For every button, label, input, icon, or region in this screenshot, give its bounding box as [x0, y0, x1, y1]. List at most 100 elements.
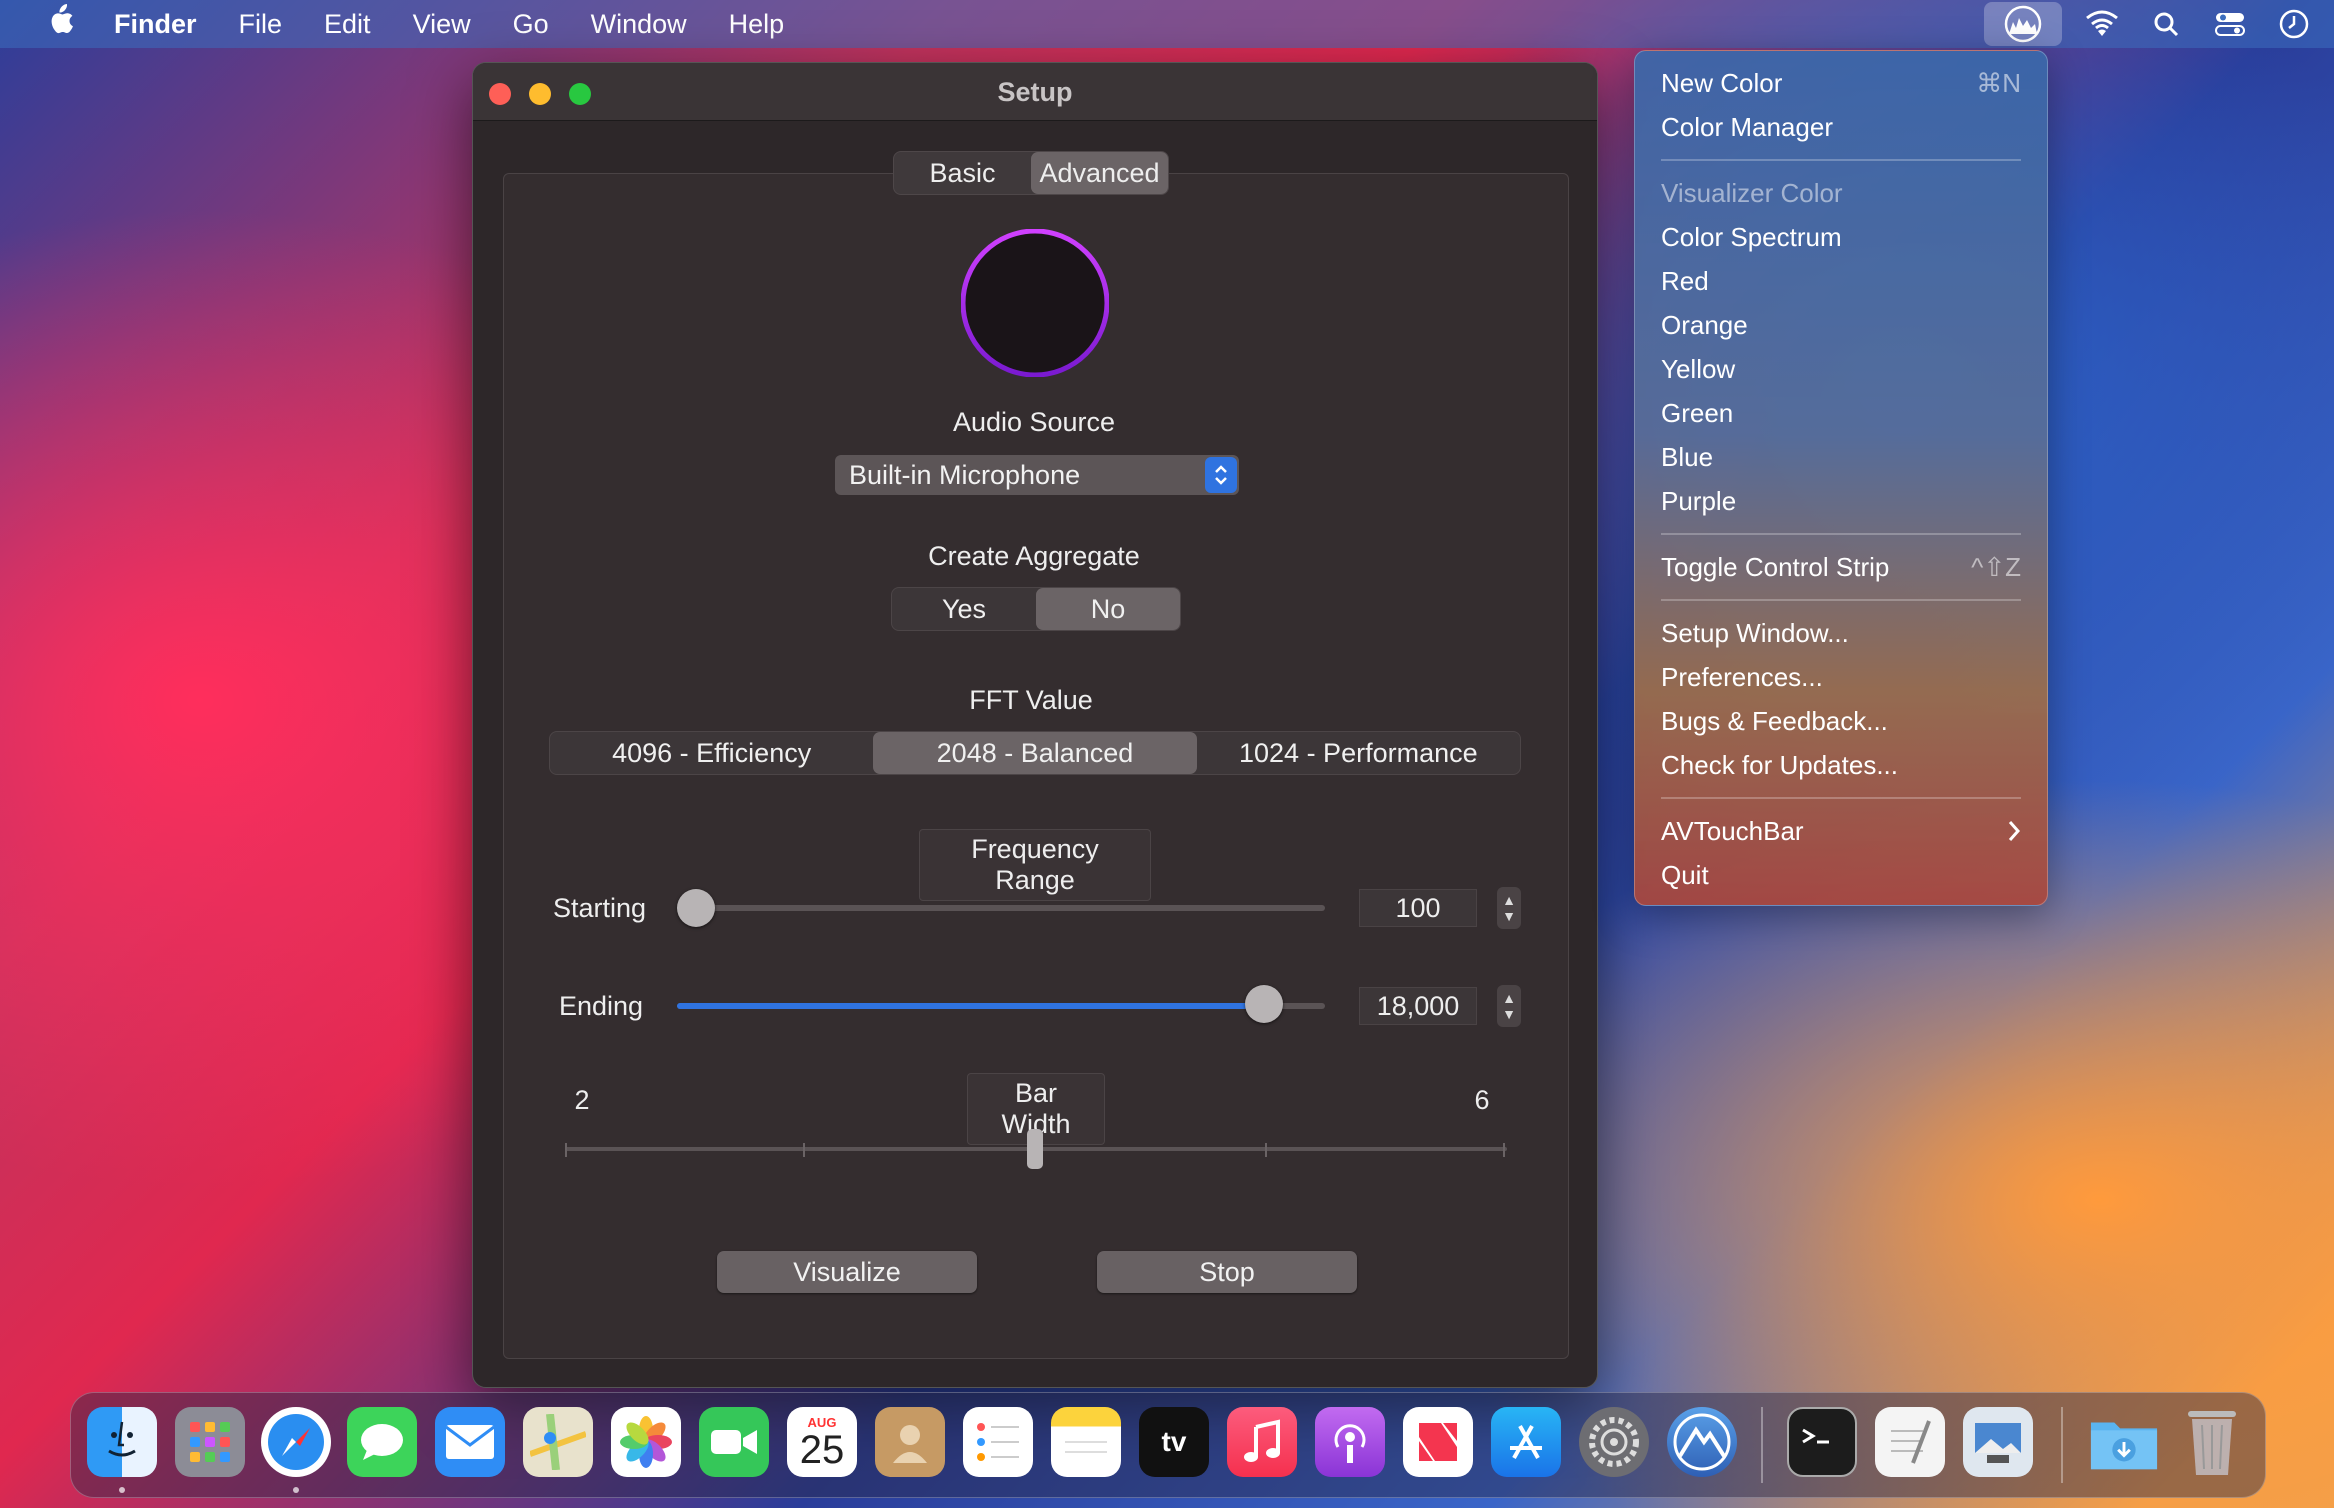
menu-help[interactable]: Help	[729, 9, 785, 40]
menu-window[interactable]: Window	[591, 9, 687, 40]
menu-item-visualizer-color-header: Visualizer Color	[1661, 178, 1843, 208]
new-color-shortcut: ⌘N	[1976, 68, 2021, 98]
tab-advanced[interactable]: Advanced	[1031, 152, 1168, 194]
create-aggregate-label: Create Aggregate	[928, 541, 1140, 571]
menu-item-new-color[interactable]: New Color ⌘N	[1661, 63, 2021, 103]
textedit-icon[interactable]	[1875, 1407, 1945, 1477]
menu-item-avtouchbar[interactable]: AVTouchBar	[1661, 811, 2021, 851]
menu-item-preferences[interactable]: Preferences...	[1661, 657, 2021, 697]
starting-stepper[interactable]: ▲ ▼	[1497, 887, 1521, 929]
mail-icon[interactable]	[435, 1407, 505, 1477]
menu-finder[interactable]: Finder	[114, 9, 197, 40]
menu-item-purple[interactable]: Purple	[1661, 481, 2021, 521]
fft-1024[interactable]: 1024 - Performance	[1197, 732, 1520, 774]
bar-width-tick	[1503, 1143, 1505, 1157]
tab-bar: Basic Advanced	[893, 151, 1169, 195]
menu-separator	[1661, 599, 2021, 601]
photos-icon[interactable]	[611, 1407, 681, 1477]
starting-slider-track[interactable]	[677, 905, 1325, 911]
audio-source-popup[interactable]: Built-in Microphone	[835, 455, 1239, 495]
chevron-right-icon	[2007, 811, 2021, 853]
system-preferences-icon[interactable]	[1579, 1407, 1649, 1477]
calendar-icon[interactable]: AUG 25	[787, 1407, 857, 1477]
notes-icon[interactable]	[1051, 1407, 1121, 1477]
ending-value-field[interactable]: 18,000	[1359, 987, 1477, 1025]
wifi-icon[interactable]	[2078, 4, 2126, 44]
menu-item-blue[interactable]: Blue	[1661, 437, 2021, 477]
facetime-icon[interactable]	[699, 1407, 769, 1477]
dock-divider	[1761, 1407, 1763, 1483]
ending-stepper[interactable]: ▲ ▼	[1497, 985, 1521, 1027]
menu-file[interactable]: File	[239, 9, 283, 40]
safari-icon[interactable]	[261, 1407, 331, 1477]
menu-item-yellow[interactable]: Yellow	[1661, 349, 2021, 389]
ending-slider-fill	[677, 1003, 1265, 1009]
dock-divider	[2061, 1407, 2063, 1483]
contacts-icon[interactable]	[875, 1407, 945, 1477]
frequency-range-label: Frequency Range	[919, 829, 1151, 901]
app-store-icon[interactable]	[1491, 1407, 1561, 1477]
preview-icon[interactable]	[1963, 1407, 2033, 1477]
running-indicator	[119, 1487, 125, 1493]
avtouchbar-menu: New Color ⌘N Color Manager Visualizer Co…	[1634, 50, 2048, 906]
visualizer-logo-icon	[961, 229, 1109, 377]
fft-2048[interactable]: 2048 - Balanced	[873, 732, 1197, 774]
menu-item-quit[interactable]: Quit	[1661, 855, 2021, 895]
menu-item-orange[interactable]: Orange	[1661, 305, 2021, 345]
music-icon[interactable]	[1227, 1407, 1297, 1477]
menu-item-red[interactable]: Red	[1661, 261, 2021, 301]
menu-view[interactable]: View	[413, 9, 471, 40]
starting-label: Starting	[553, 893, 647, 923]
audio-source-value: Built-in Microphone	[849, 460, 1081, 490]
apple-tv-icon[interactable]: tv	[1139, 1407, 1209, 1477]
menu-edit[interactable]: Edit	[324, 9, 371, 40]
menu-item-bugs-feedback[interactable]: Bugs & Feedback...	[1661, 701, 2021, 741]
starting-slider-knob[interactable]	[677, 889, 715, 927]
ending-slider-knob[interactable]	[1245, 985, 1283, 1023]
downloads-folder-icon[interactable]	[2089, 1407, 2159, 1477]
fft-value-label: FFT Value	[969, 685, 1093, 715]
podcasts-icon[interactable]	[1315, 1407, 1385, 1477]
calendar-day: 25	[799, 1427, 845, 1472]
avtouchbar-status-icon[interactable]	[1984, 2, 2062, 46]
menu-item-green[interactable]: Green	[1661, 393, 2021, 433]
spotlight-search-icon[interactable]	[2142, 4, 2190, 44]
popup-arrows-icon	[1205, 457, 1237, 493]
bar-width-tick	[565, 1143, 567, 1157]
menu-separator	[1661, 797, 2021, 799]
window-titlebar[interactable]: Setup	[473, 63, 1597, 121]
bar-width-min-label: 2	[574, 1085, 590, 1115]
avtouchbar-app-icon[interactable]	[1667, 1407, 1737, 1477]
aggregate-yes[interactable]: Yes	[892, 588, 1036, 630]
menu-item-color-spectrum[interactable]: Color Spectrum	[1661, 217, 2021, 257]
visualize-button[interactable]: Visualize	[717, 1251, 977, 1293]
clock-icon[interactable]	[2270, 4, 2318, 44]
tab-basic[interactable]: Basic	[894, 152, 1031, 194]
bar-width-slider-knob[interactable]	[1027, 1129, 1043, 1169]
dock: AUG 25 tv	[70, 1392, 2266, 1498]
starting-value-field[interactable]: 100	[1359, 889, 1477, 927]
aggregate-no[interactable]: No	[1036, 588, 1180, 630]
menu-item-check-updates[interactable]: Check for Updates...	[1661, 745, 2021, 785]
apple-icon[interactable]	[40, 4, 80, 44]
reminders-icon[interactable]	[963, 1407, 1033, 1477]
maps-icon[interactable]	[523, 1407, 593, 1477]
new-color-label: New Color	[1661, 68, 1783, 98]
news-icon[interactable]	[1403, 1407, 1473, 1477]
fft-4096[interactable]: 4096 - Efficiency	[550, 732, 873, 774]
toggle-shortcut: ^⇧Z	[1971, 552, 2021, 582]
messages-icon[interactable]	[347, 1407, 417, 1477]
avtouchbar-label: AVTouchBar	[1661, 816, 1804, 846]
control-center-icon[interactable]	[2206, 4, 2254, 44]
menu-go[interactable]: Go	[513, 9, 549, 40]
menu-item-setup-window[interactable]: Setup Window...	[1661, 613, 2021, 653]
trash-icon[interactable]	[2177, 1407, 2247, 1477]
menu-item-toggle-control-strip[interactable]: Toggle Control Strip ^⇧Z	[1661, 547, 2021, 587]
launchpad-icon[interactable]	[175, 1407, 245, 1477]
menu-item-color-manager[interactable]: Color Manager	[1661, 107, 2021, 147]
stop-button[interactable]: Stop	[1097, 1251, 1357, 1293]
menu-separator	[1661, 159, 2021, 161]
ending-label: Ending	[559, 991, 644, 1021]
terminal-icon[interactable]	[1787, 1407, 1857, 1477]
finder-icon[interactable]	[87, 1407, 157, 1477]
